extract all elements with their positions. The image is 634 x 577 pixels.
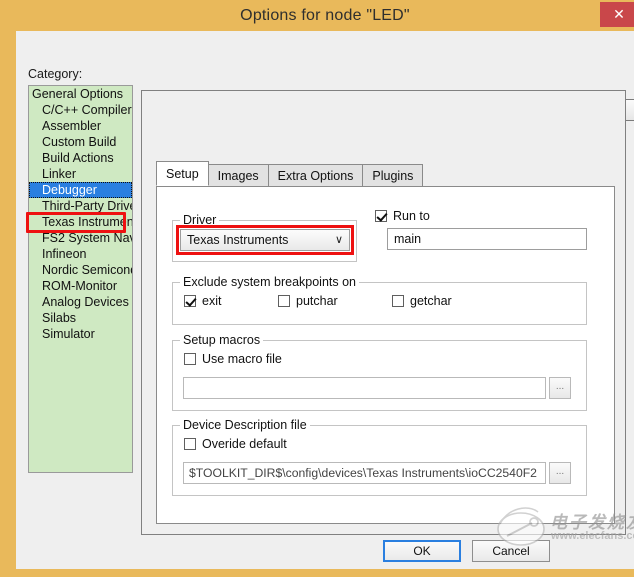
use-macro-file-checkbox-box <box>184 353 196 365</box>
run-to-checkbox[interactable]: Run to <box>375 209 430 223</box>
category-item-silabs[interactable]: Silabs <box>29 310 132 326</box>
tab-images[interactable]: Images <box>207 164 269 186</box>
setup-macros-group: Setup macros <box>172 333 587 411</box>
category-item-infineon[interactable]: Infineon <box>29 246 132 262</box>
override-default-checkbox[interactable]: Overide default <box>184 437 287 451</box>
exclude-getchar-label: getchar <box>410 294 452 308</box>
options-dialog-window: Options for node "LED" ✕ Category: Gener… <box>0 0 634 577</box>
tab-setup[interactable]: Setup <box>156 161 209 186</box>
driver-selected-value: Texas Instruments <box>187 233 289 247</box>
exclude-breakpoints-group-label: Exclude system breakpoints on <box>180 275 360 289</box>
category-item-third-party-driver[interactable]: Third-Party Driver <box>29 198 132 214</box>
category-item-custom-build[interactable]: Custom Build <box>29 134 132 150</box>
macro-file-input[interactable] <box>183 377 546 399</box>
category-item-build-actions[interactable]: Build Actions <box>29 150 132 166</box>
close-icon[interactable]: ✕ <box>600 2 634 27</box>
category-item-simulator[interactable]: Simulator <box>29 326 132 342</box>
category-item-nordic-semiconductor[interactable]: Nordic Semiconductor <box>29 262 132 278</box>
exclude-getchar-checkbox[interactable]: getchar <box>392 294 452 308</box>
run-to-input[interactable] <box>387 228 587 250</box>
exclude-getchar-checkbox-box <box>392 295 404 307</box>
tab-plugins[interactable]: Plugins <box>362 164 424 186</box>
exclude-breakpoints-group: Exclude system breakpoints on <box>172 275 587 325</box>
category-list[interactable]: General Options C/C++ Compiler Assembler Cu… <box>28 85 133 473</box>
category-item-analog-devices[interactable]: Analog Devices <box>29 294 132 310</box>
category-item-assembler[interactable]: Assembler <box>29 118 132 134</box>
window-title: Options for node "LED" <box>240 7 410 24</box>
device-description-input[interactable] <box>183 462 546 484</box>
category-item-rom-monitor[interactable]: ROM-Monitor <box>29 278 132 294</box>
category-item-linker[interactable]: Linker <box>29 166 132 182</box>
category-item-debugger[interactable]: Debugger <box>29 182 132 198</box>
exclude-putchar-checkbox-box <box>278 295 290 307</box>
device-description-browse-button[interactable]: ... <box>549 462 571 484</box>
driver-select[interactable]: Texas Instruments ∨ <box>180 229 350 251</box>
exclude-exit-checkbox[interactable]: exit <box>184 294 221 308</box>
setup-tab-page: Driver Texas Instruments ∨ Run to Exclud… <box>156 186 615 524</box>
exclude-exit-checkbox-box <box>184 295 196 307</box>
category-item-c-c-compiler[interactable]: C/C++ Compiler <box>29 102 132 118</box>
macro-file-browse-button[interactable]: ... <box>549 377 571 399</box>
run-to-label: Run to <box>393 209 430 223</box>
exclude-putchar-label: putchar <box>296 294 338 308</box>
category-item-fs2-system-navigator[interactable]: FS2 System Navigator <box>29 230 132 246</box>
category-label: Category: <box>28 67 83 81</box>
override-default-label: Overide default <box>202 437 287 451</box>
setup-macros-group-label: Setup macros <box>180 333 264 347</box>
exclude-exit-label: exit <box>202 294 222 308</box>
use-macro-file-checkbox[interactable]: Use macro file <box>184 352 282 366</box>
run-to-checkbox-box <box>375 210 387 222</box>
dialog-client-area: Category: General Options C/C++ Compiler A… <box>16 31 634 569</box>
category-item-texas-instruments[interactable]: Texas Instruments <box>29 214 132 230</box>
cancel-button[interactable]: Cancel <box>472 540 550 562</box>
driver-group-label: Driver <box>180 213 220 227</box>
use-macro-file-label: Use macro file <box>202 352 282 366</box>
tab-extra-options[interactable]: Extra Options <box>267 164 364 186</box>
tab-strip: Setup Images Extra Options Plugins <box>156 161 424 186</box>
exclude-putchar-checkbox[interactable]: putchar <box>278 294 338 308</box>
device-description-group-label: Device Description file <box>180 418 310 432</box>
override-default-checkbox-box <box>184 438 196 450</box>
title-bar: Options for node "LED" ✕ <box>8 0 634 31</box>
device-description-group: Device Description file <box>172 418 587 496</box>
ok-button[interactable]: OK <box>383 540 461 562</box>
category-item-general-options[interactable]: General Options <box>29 86 132 102</box>
chevron-down-icon: ∨ <box>334 234 343 246</box>
